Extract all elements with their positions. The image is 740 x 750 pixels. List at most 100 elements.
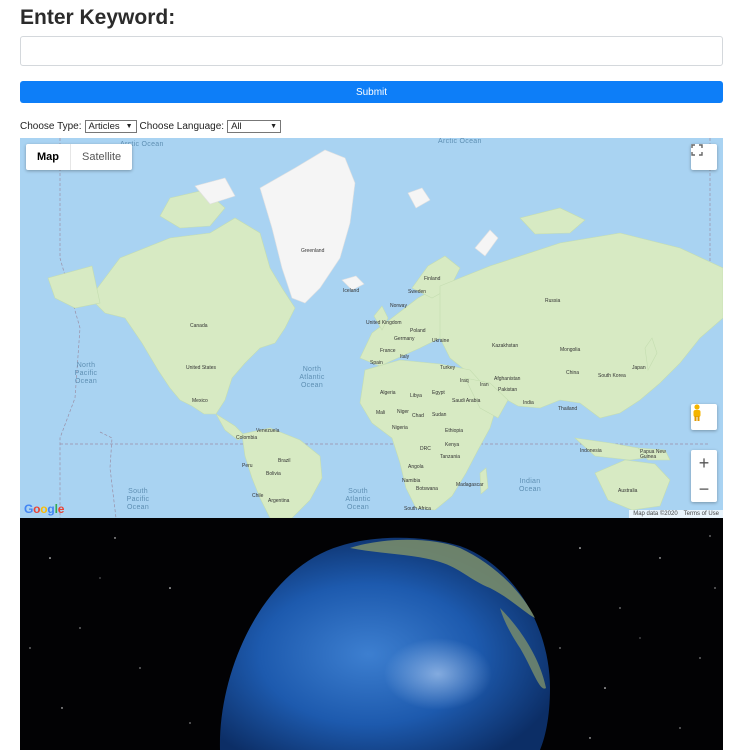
country-label: Saudi Arabia — [452, 398, 481, 404]
type-select-value: Articles — [88, 120, 120, 132]
country-label: India — [523, 400, 534, 406]
country-label: Iraq — [460, 378, 469, 384]
country-label: Peru — [242, 463, 253, 469]
ocean-label: South Atlantic Ocean — [345, 488, 371, 511]
country-label: Colombia — [236, 435, 258, 441]
page-title: Enter Keyword: — [20, 6, 176, 29]
country-label: Russia — [545, 298, 561, 304]
filter-bar: Choose Type: Articles ▼ Choose Language:… — [20, 118, 282, 134]
pegman-icon — [693, 404, 701, 421]
ocean-label: South Pacific Ocean — [126, 488, 150, 511]
country-label: DRC — [420, 446, 431, 452]
country-label: Japan — [632, 365, 646, 371]
country-label: Germany — [394, 336, 415, 342]
ocean-label: Arctic Ocean — [438, 138, 482, 145]
country-label: Libya — [410, 393, 422, 399]
google-logo[interactable]: Google — [24, 502, 64, 516]
australia-shape — [594, 459, 671, 511]
globe-canvas — [29, 535, 716, 750]
country-label: Tanzania — [440, 454, 461, 460]
language-label: Choose Language: — [139, 120, 225, 132]
country-label: Spain — [370, 360, 383, 366]
country-label: South Korea — [598, 373, 626, 379]
country-label: Brazil — [278, 458, 291, 464]
country-label: Nigeria — [392, 425, 408, 431]
tab-map[interactable]: Map — [26, 144, 71, 170]
country-label: Mali — [376, 410, 386, 416]
country-label: Canada — [190, 323, 208, 329]
country-label: Argentina — [268, 498, 290, 504]
country-label: China — [566, 370, 580, 376]
zoom-in-button[interactable]: + — [691, 450, 717, 476]
north-america-shape — [89, 217, 296, 415]
country-label: Mexico — [192, 398, 208, 404]
country-label: South Africa — [404, 506, 431, 512]
zoom-out-button[interactable]: − — [691, 476, 717, 502]
ocean-label: North Pacific Ocean — [74, 362, 98, 385]
country-label: Madagascar — [456, 482, 484, 488]
novaya-zemlya-shape — [474, 229, 499, 257]
country-label: Chad — [412, 413, 424, 419]
globe-viewer[interactable] — [20, 518, 723, 750]
map-canvas — [47, 138, 723, 518]
country-label: Thailand — [558, 406, 578, 412]
svalbard-shape — [407, 187, 431, 209]
tab-satellite[interactable]: Satellite — [71, 144, 132, 170]
country-label: Norway — [390, 303, 407, 309]
type-label: Choose Type: — [20, 120, 82, 132]
terms-link[interactable]: Terms of Use — [684, 511, 719, 517]
map-data-text: Map data ©2020 — [633, 511, 678, 517]
country-label: Iran — [480, 382, 489, 388]
country-label: Kenya — [445, 442, 460, 448]
type-select[interactable]: Articles ▼ — [84, 119, 137, 133]
ocean-label: Indian Ocean — [518, 478, 542, 493]
submit-button[interactable]: Submit — [20, 81, 723, 103]
country-label: Greenland — [301, 248, 325, 254]
country-label: United States — [186, 365, 217, 371]
country-label: Bolivia — [266, 471, 281, 477]
country-label: Turkey — [440, 365, 456, 371]
country-label: Niger — [397, 409, 409, 415]
country-label: United Kingdom — [366, 320, 402, 326]
language-select[interactable]: All ▼ — [227, 119, 282, 133]
zoom-control: + − — [691, 450, 717, 502]
fullscreen-icon — [691, 144, 703, 156]
map-attribution: Map data ©2020 Terms of Use — [629, 510, 723, 518]
fullscreen-button[interactable] — [691, 144, 717, 170]
country-label: Finland — [424, 276, 441, 282]
keyword-input[interactable] — [20, 36, 723, 66]
alaska-shape — [47, 265, 101, 309]
country-label: Namibia — [402, 478, 421, 484]
country-label: Afghanistan — [494, 376, 521, 382]
country-label: Italy — [400, 354, 410, 360]
country-label: France — [380, 348, 396, 354]
country-label: Chile — [252, 493, 264, 499]
country-label: Angola — [408, 464, 424, 470]
street-view-button[interactable] — [691, 404, 717, 430]
country-label: Algeria — [380, 390, 396, 396]
world-map[interactable]: Arctic Ocean Arctic Ocean North Pacific … — [20, 138, 723, 518]
country-label: Mongolia — [560, 347, 581, 353]
madagascar-shape — [479, 467, 489, 495]
dropdown-arrow-icon: ▼ — [125, 122, 133, 130]
country-label: Botswana — [416, 486, 438, 492]
country-label: Ethiopia — [445, 428, 464, 434]
country-label: Egypt — [432, 390, 445, 396]
south-america-shape — [241, 427, 323, 518]
country-label: Pakistan — [498, 387, 518, 393]
country-label: Australia — [618, 488, 638, 494]
country-label: Sweden — [408, 289, 427, 295]
country-label: Sudan — [432, 412, 447, 418]
map-type-control: Map Satellite — [26, 144, 133, 170]
country-label: Poland — [410, 328, 426, 334]
dropdown-arrow-icon: ▼ — [270, 122, 278, 130]
country-label: Papua New Guinea — [640, 449, 666, 460]
country-label: Kazakhstan — [492, 343, 519, 349]
language-select-value: All — [231, 120, 242, 132]
country-label: Indonesia — [580, 448, 602, 454]
country-label: Iceland — [343, 288, 360, 294]
country-label: Venezuela — [256, 428, 280, 434]
siberia-north-shape — [519, 207, 586, 235]
country-label: Ukraine — [432, 338, 450, 344]
ocean-label: North Atlantic Ocean — [299, 366, 325, 389]
